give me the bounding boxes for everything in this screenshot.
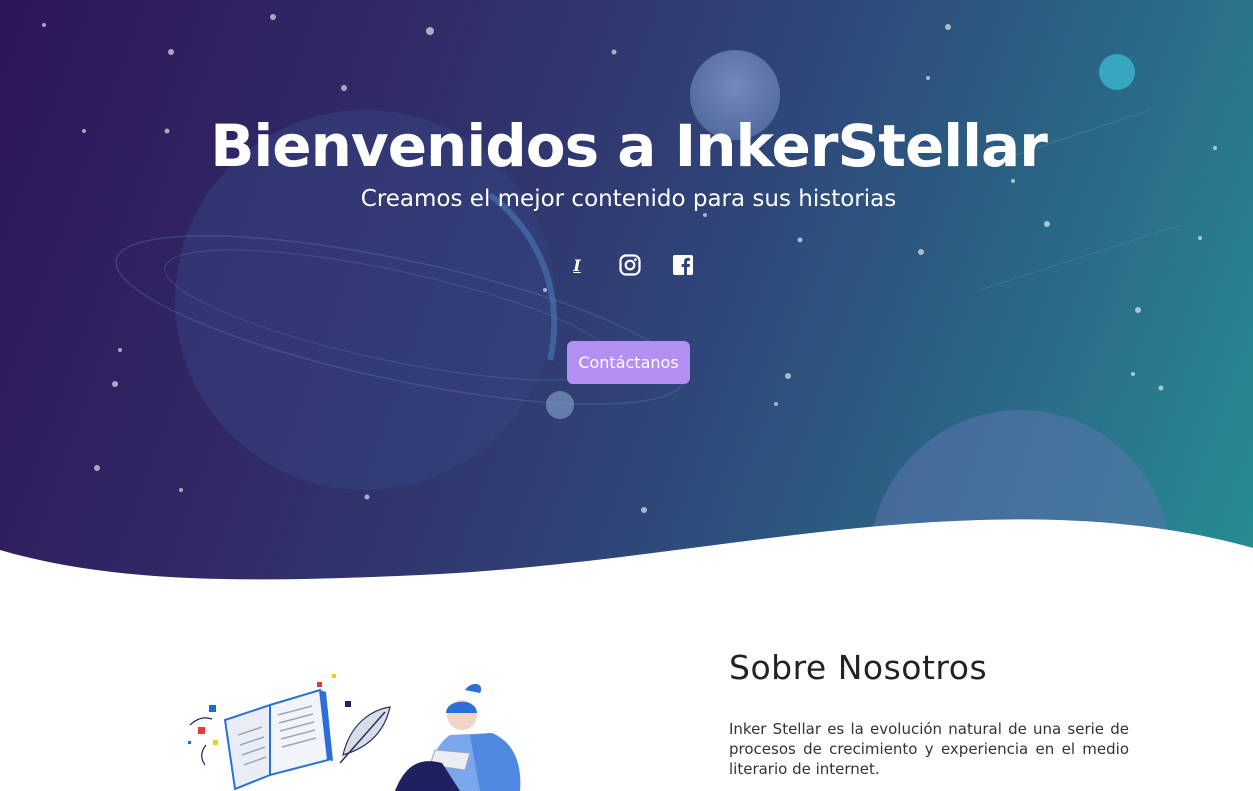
inkerstellar-link[interactable]: I: [564, 252, 590, 278]
inker-icon: I: [573, 255, 581, 275]
contact-button[interactable]: Contáctanos: [567, 341, 690, 384]
facebook-icon: [673, 255, 693, 275]
facebook-link[interactable]: [670, 252, 696, 278]
hero-wave: [0, 519, 1253, 590]
about-text: Inker Stellar es la evolución natural de…: [729, 720, 1129, 778]
hero-title: Bienvenidos a InkerStellar: [210, 112, 1048, 180]
about-title: Sobre Nosotros: [729, 648, 988, 687]
hero-subtitle: Creamos el mejor contenido para sus hist…: [360, 186, 897, 212]
space-background: [0, 14, 1253, 590]
instagram-link[interactable]: [617, 252, 643, 278]
hero-section: Bienvenidos a InkerStellar Creamos el me…: [0, 0, 1253, 590]
reading-illustration: [188, 674, 521, 791]
instagram-icon: [619, 254, 641, 276]
planet-small-cyan: [1099, 54, 1135, 90]
